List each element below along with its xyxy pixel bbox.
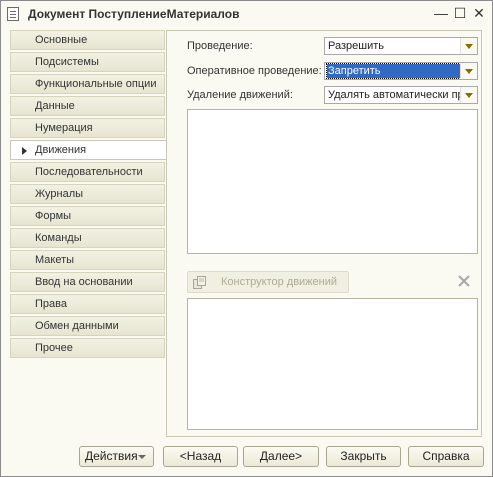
posting-select[interactable]: Разрешить	[324, 37, 478, 55]
minimize-button[interactable]: —	[433, 5, 449, 21]
sidebar-item-numeraciya[interactable]: Нумерация	[10, 118, 165, 138]
next-button[interactable]: Далее>	[243, 446, 319, 467]
posting-value: Разрешить	[328, 40, 384, 52]
delete-movements-dropdown-button[interactable]	[460, 87, 477, 103]
sidebar-item-label: Функциональные опции	[35, 78, 157, 90]
delete-movements-label: Удаление движений:	[187, 89, 293, 101]
selected-arrow-icon	[22, 147, 27, 155]
online-posting-select[interactable]: Запретить	[324, 62, 478, 80]
delete-icon[interactable]	[457, 274, 471, 288]
sidebar-item-label: Движения	[35, 144, 87, 156]
chevron-down-icon	[138, 455, 146, 459]
sidebar-item-makety[interactable]: Макеты	[10, 250, 165, 270]
actions-button-label: Действия	[85, 449, 138, 463]
sections-sidebar: Основные Подсистемы Функциональные опции…	[10, 30, 167, 437]
sidebar-item-label: Обмен данными	[35, 320, 119, 332]
actions-button[interactable]: Действия	[79, 446, 154, 467]
sidebar-item-label: Формы	[35, 210, 72, 222]
sidebar-item-komandy[interactable]: Команды	[10, 228, 165, 248]
online-posting-dropdown-button[interactable]	[460, 63, 477, 79]
sidebar-item-formy[interactable]: Формы	[10, 206, 165, 226]
online-posting-label: Оперативное проведение:	[187, 65, 322, 77]
online-posting-value: Запретить	[326, 63, 463, 79]
document-icon	[7, 7, 19, 21]
constructor-button-label: Конструктор движений	[221, 276, 338, 288]
sidebar-item-label: Права	[35, 298, 67, 310]
constructor-icon	[193, 276, 206, 289]
sidebar-item-label: Команды	[35, 232, 82, 244]
sidebar-item-label: Ввод на основании	[35, 276, 133, 288]
maximize-button[interactable]: ☐	[452, 5, 468, 21]
window-title: Документ ПоступлениеМатериалов	[28, 7, 240, 21]
close-button[interactable]: Закрыть	[326, 446, 401, 467]
sidebar-item-label: Прочее	[35, 342, 73, 354]
sidebar-item-dannye[interactable]: Данные	[10, 96, 165, 116]
back-button[interactable]: <Назад	[163, 446, 238, 467]
delete-movements-select[interactable]: Удалять автоматически при	[324, 86, 478, 104]
help-button[interactable]: Справка	[408, 446, 484, 467]
sidebar-item-vvod-na-osnovanii[interactable]: Ввод на основании	[10, 272, 165, 292]
sidebar-item-posledovatelnosti[interactable]: Последовательности	[10, 162, 165, 182]
sidebar-item-osnovnye[interactable]: Основные	[10, 30, 165, 50]
sidebar-item-label: Данные	[35, 100, 75, 112]
registers-list[interactable]	[187, 109, 478, 254]
movements-constructor-button[interactable]: Конструктор движений	[187, 271, 349, 293]
posting-dropdown-button[interactable]	[460, 38, 477, 54]
sidebar-item-label: Подсистемы	[35, 56, 99, 68]
sidebar-item-dvizheniya[interactable]: Движения	[10, 140, 167, 160]
sidebar-item-funkcionalnye-opcii[interactable]: Функциональные опции	[10, 74, 165, 94]
close-window-button[interactable]: ✕	[471, 5, 487, 21]
sidebar-item-zhurnaly[interactable]: Журналы	[10, 184, 165, 204]
posting-label: Проведение:	[187, 40, 253, 52]
sidebar-item-podsistemy[interactable]: Подсистемы	[10, 52, 165, 72]
movements-code-area[interactable]	[187, 298, 478, 430]
delete-movements-value: Удалять автоматически при	[328, 89, 462, 101]
sidebar-item-label: Макеты	[35, 254, 75, 266]
sidebar-item-label: Последовательности	[35, 166, 143, 178]
sidebar-item-prava[interactable]: Права	[10, 294, 165, 314]
sidebar-item-prochee[interactable]: Прочее	[10, 338, 165, 358]
sidebar-item-label: Нумерация	[35, 122, 93, 134]
sidebar-item-label: Журналы	[35, 188, 84, 200]
sidebar-item-label: Основные	[35, 34, 88, 46]
title-bar[interactable]: Документ ПоступлениеМатериалов — ☐ ✕	[1, 1, 492, 27]
sidebar-item-obmen-dannymi[interactable]: Обмен данными	[10, 316, 165, 336]
